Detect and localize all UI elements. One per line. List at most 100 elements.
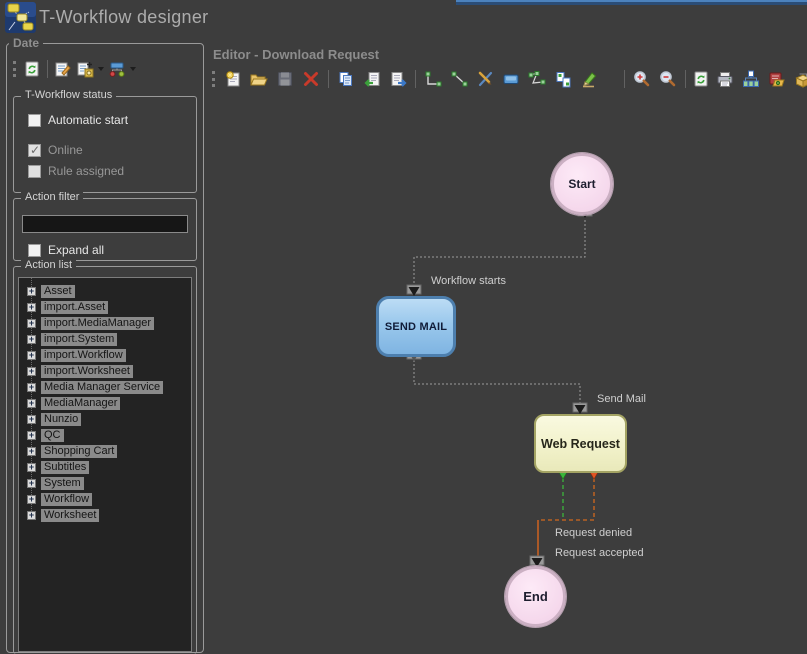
tree-item[interactable]: Nunzio bbox=[19, 411, 191, 427]
expand-plus-icon[interactable] bbox=[27, 463, 36, 472]
edge-label-workflow-starts: Workflow starts bbox=[431, 275, 506, 287]
checkbox-box[interactable] bbox=[28, 144, 41, 157]
expand-plus-icon[interactable] bbox=[27, 319, 36, 328]
expand-plus-icon[interactable] bbox=[27, 367, 36, 376]
checkbox-box[interactable] bbox=[28, 244, 41, 257]
delete-icon[interactable] bbox=[299, 67, 323, 91]
import-package-icon[interactable] bbox=[791, 67, 807, 91]
expand-plus-icon[interactable] bbox=[27, 335, 36, 344]
open-icon[interactable] bbox=[247, 67, 271, 91]
line-connector-icon[interactable] bbox=[447, 67, 471, 91]
tree-item[interactable]: QC bbox=[19, 427, 191, 443]
tree-item-label[interactable]: Nunzio bbox=[41, 413, 81, 426]
export-page-icon[interactable] bbox=[386, 67, 410, 91]
tree-item[interactable]: Workflow bbox=[19, 491, 191, 507]
toolbar-separator bbox=[328, 70, 329, 88]
zoom-out-icon[interactable] bbox=[656, 67, 680, 91]
expand-plus-icon[interactable] bbox=[27, 447, 36, 456]
marker-icon[interactable] bbox=[577, 67, 601, 91]
tree-item-label[interactable]: Asset bbox=[41, 285, 75, 298]
refresh-icon[interactable] bbox=[691, 68, 711, 90]
checkbox-box[interactable] bbox=[28, 114, 41, 127]
node-start[interactable]: Start bbox=[551, 153, 613, 215]
tree-item[interactable]: import.Worksheet bbox=[19, 363, 191, 379]
expand-plus-icon[interactable] bbox=[27, 287, 36, 296]
expand-plus-icon[interactable] bbox=[27, 431, 36, 440]
delete-connector-icon[interactable] bbox=[473, 67, 497, 91]
action-filter-input[interactable] bbox=[22, 215, 188, 233]
tree-item[interactable]: MediaManager bbox=[19, 395, 191, 411]
node-web-request-label: Web Request bbox=[541, 437, 620, 451]
expand-plus-icon[interactable] bbox=[27, 511, 36, 520]
dropdown-arrow-icon[interactable] bbox=[130, 67, 136, 71]
node-web-request[interactable]: Web Request bbox=[534, 414, 627, 473]
dropdown-arrow-icon[interactable] bbox=[98, 67, 104, 71]
tree-item-label[interactable]: Media Manager Service bbox=[41, 381, 163, 394]
tree-item[interactable]: Asset bbox=[19, 283, 191, 299]
tree-item[interactable]: import.System bbox=[19, 331, 191, 347]
tree-item[interactable]: System bbox=[19, 475, 191, 491]
action-list[interactable]: Asset import.Asset import.MediaManager bbox=[18, 277, 192, 652]
tree-item-label[interactable]: Shopping Cart bbox=[41, 445, 117, 458]
corner-connector-icon[interactable] bbox=[421, 67, 445, 91]
expand-plus-icon[interactable] bbox=[27, 303, 36, 312]
date-panel: Date T-Workflow status Autom bbox=[6, 43, 204, 653]
tree-item-label[interactable]: Subtitles bbox=[41, 461, 89, 474]
tree-item-label[interactable]: import.Asset bbox=[41, 301, 108, 314]
action-list-title: Action list bbox=[21, 259, 76, 271]
expand-plus-icon[interactable] bbox=[27, 479, 36, 488]
node-send-mail[interactable]: SEND MAIL bbox=[376, 296, 456, 357]
expand-plus-icon[interactable] bbox=[27, 351, 36, 360]
tree-item-label[interactable]: import.System bbox=[41, 333, 117, 346]
checkbox-expand-all[interactable]: Expand all bbox=[28, 243, 104, 257]
date-toolbar bbox=[11, 56, 137, 82]
toolbar-grip[interactable] bbox=[212, 71, 215, 87]
checkbox-automatic-start[interactable]: Automatic start bbox=[28, 113, 128, 127]
t-workflow-designer-window: T-Workflow designer Date T-Workflow stat… bbox=[0, 0, 807, 653]
editor-title: Editor - Download Request bbox=[213, 47, 379, 62]
copy-icon[interactable] bbox=[334, 67, 358, 91]
new-workflow-icon[interactable] bbox=[221, 67, 245, 91]
tree-item-label[interactable]: System bbox=[41, 477, 84, 490]
node-end[interactable]: End bbox=[505, 566, 566, 627]
tree-item[interactable]: import.MediaManager bbox=[19, 315, 191, 331]
tree-item-label[interactable]: Worksheet bbox=[41, 509, 99, 522]
new-item-icon[interactable] bbox=[75, 58, 95, 80]
tree-item[interactable]: Worksheet bbox=[19, 507, 191, 523]
tree-item[interactable]: import.Asset bbox=[19, 299, 191, 315]
tree-item[interactable]: Shopping Cart bbox=[19, 443, 191, 459]
zoom-in-icon[interactable] bbox=[630, 67, 654, 91]
toolbar-grip[interactable] bbox=[13, 61, 16, 77]
tree-item[interactable]: Media Manager Service bbox=[19, 379, 191, 395]
expand-plus-icon[interactable] bbox=[27, 415, 36, 424]
checkbox-box[interactable] bbox=[28, 165, 41, 178]
edit-properties-icon[interactable] bbox=[53, 58, 73, 80]
tree-item-label[interactable]: import.Workflow bbox=[41, 349, 126, 362]
checkbox-online[interactable]: Online bbox=[28, 143, 83, 157]
app-logo-icon bbox=[5, 2, 36, 33]
import-page-icon[interactable] bbox=[360, 67, 384, 91]
save-icon[interactable] bbox=[273, 67, 297, 91]
hierarchy-icon[interactable] bbox=[739, 67, 763, 91]
expand-plus-icon[interactable] bbox=[27, 399, 36, 408]
export-package-icon[interactable] bbox=[765, 67, 789, 91]
expand-plus-icon[interactable] bbox=[27, 383, 36, 392]
align-nodes-icon[interactable] bbox=[551, 67, 575, 91]
expand-plus-icon[interactable] bbox=[27, 495, 36, 504]
print-icon[interactable] bbox=[713, 67, 737, 91]
tree-item-label[interactable]: MediaManager bbox=[41, 397, 120, 410]
workflow-view-icon[interactable] bbox=[107, 58, 127, 80]
refresh-icon[interactable] bbox=[22, 58, 42, 80]
tree-item-label[interactable]: Workflow bbox=[41, 493, 92, 506]
workflow-status-title: T-Workflow status bbox=[21, 89, 116, 101]
checkbox-rule-assigned[interactable]: Rule assigned bbox=[28, 164, 124, 178]
tree-item-label[interactable]: import.MediaManager bbox=[41, 317, 154, 330]
node-icon[interactable] bbox=[499, 67, 523, 91]
tree-item[interactable]: import.Workflow bbox=[19, 347, 191, 363]
tree-item-label[interactable]: import.Worksheet bbox=[41, 365, 133, 378]
action-filter-title: Action filter bbox=[21, 191, 83, 203]
tree-item-label[interactable]: QC bbox=[41, 429, 64, 442]
tree-item[interactable]: Subtitles bbox=[19, 459, 191, 475]
edge-label-send-mail: Send Mail bbox=[597, 393, 646, 405]
polyline-connector-icon[interactable] bbox=[525, 67, 549, 91]
